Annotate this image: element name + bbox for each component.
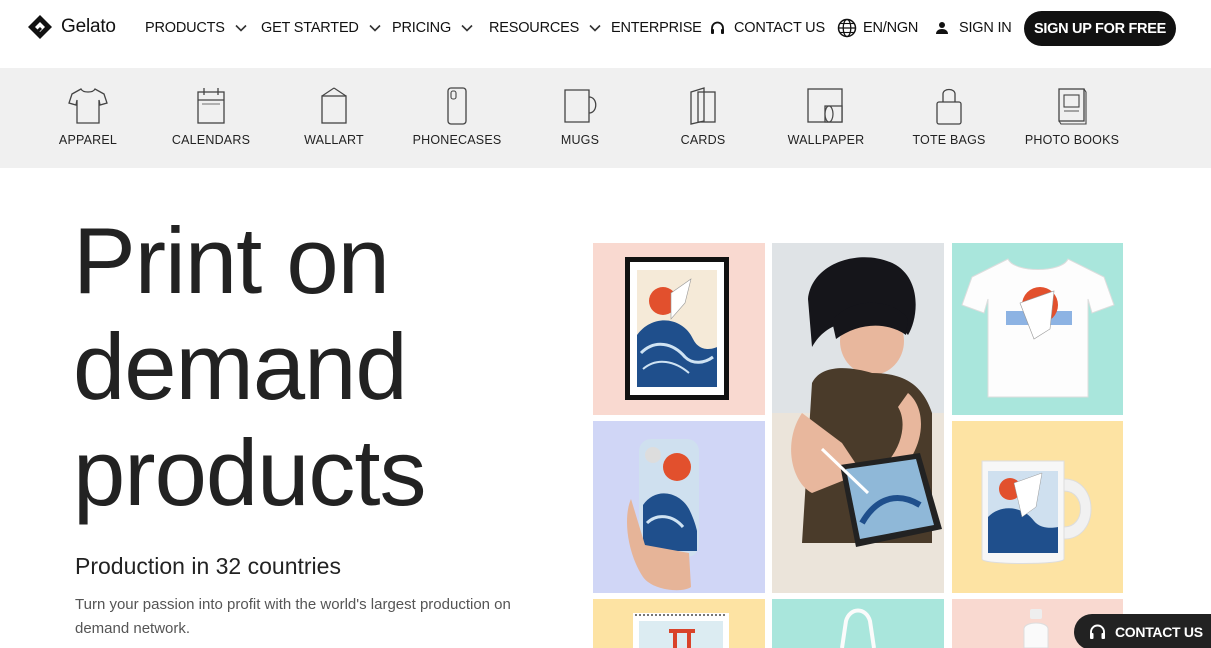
hero-title-line: products [73, 420, 427, 525]
chevron-down-icon [589, 24, 601, 32]
category-wallart[interactable]: WALLART [279, 68, 389, 168]
hero-subtitle: Production in 32 countries [75, 553, 341, 579]
floating-contact-label: CONTACT US [1115, 624, 1203, 640]
category-label: MUGS [560, 133, 600, 147]
tote-bag-product-image [772, 599, 944, 648]
category-wallpaper[interactable]: WALLPAPER [771, 68, 881, 168]
framed-print-image [593, 243, 765, 415]
brand-logo[interactable]: Gelato [27, 13, 116, 41]
nav-products[interactable]: PRODUCTS [145, 18, 248, 38]
category-tote-bags[interactable]: TOTE BAGS [894, 68, 1004, 168]
headset-icon [1090, 624, 1105, 639]
category-mugs[interactable]: MUGS [525, 68, 635, 168]
headset-icon [711, 21, 724, 34]
nav-pricing-label: PRICING [392, 20, 452, 36]
sign-in-label: SIGN IN [959, 20, 1012, 36]
nav-contact-us-label: CONTACT US [734, 20, 825, 36]
category-label: CARDS [680, 133, 726, 147]
floating-contact-button[interactable]: CONTACT US [1074, 614, 1211, 648]
category-label: APPAREL [58, 133, 118, 147]
sign-up-button[interactable]: SIGN UP FOR FREE [1024, 11, 1176, 46]
category-label: PHONECASES [412, 133, 502, 147]
gelato-logo-icon [28, 15, 52, 39]
hero-description: Turn your passion into profit with the w… [75, 596, 511, 637]
locale-selector[interactable]: EN/NGN [837, 18, 918, 38]
nav-get-started-label: GET STARTED [261, 20, 359, 36]
nav-enterprise-label: ENTERPRISE [611, 20, 702, 36]
brand-name: Gelato [61, 16, 116, 37]
top-navigation: Gelato PRODUCTS GET STARTED PRICING RESO… [0, 0, 1211, 68]
chevron-down-icon [461, 24, 473, 32]
nav-get-started[interactable]: GET STARTED [261, 18, 382, 38]
category-phonecases[interactable]: PHONECASES [402, 68, 512, 168]
category-label: WALLART [304, 133, 364, 147]
chevron-down-icon [235, 24, 247, 32]
wallpaper-icon [807, 88, 843, 123]
hero-title-line: Print on [73, 208, 390, 313]
nav-resources[interactable]: RESOURCES [489, 18, 602, 38]
nav-enterprise[interactable]: ENTERPRISE [611, 18, 702, 38]
nav-products-label: PRODUCTS [145, 20, 225, 36]
nav-pricing[interactable]: PRICING [392, 18, 474, 38]
mug-product-image [952, 421, 1123, 593]
user-icon [936, 22, 948, 34]
nav-sign-in[interactable]: SIGN IN [935, 18, 1012, 38]
category-label: PHOTO BOOKS [1024, 133, 1120, 147]
category-calendars[interactable]: CALENDARS [156, 68, 266, 168]
tshirt-product-image [952, 243, 1123, 415]
globe-icon [837, 18, 857, 38]
category-cards[interactable]: CARDS [648, 68, 758, 168]
category-label: TOTE BAGS [912, 133, 986, 147]
chevron-down-icon [369, 24, 381, 32]
phone-case-icon [447, 87, 467, 125]
nav-resources-label: RESOURCES [489, 20, 580, 36]
phone-case-product-image [593, 421, 765, 593]
cards-icon [690, 87, 716, 125]
calendar-product-image [593, 599, 765, 648]
product-category-bar: APPAREL CALENDARS WALLART PHONECASES MUG… [0, 68, 1211, 168]
locale-label: EN/NGN [863, 20, 919, 36]
category-apparel[interactable]: APPAREL [33, 68, 143, 168]
calendar-icon [197, 88, 225, 124]
category-photo-books[interactable]: PHOTO BOOKS [1017, 68, 1127, 168]
tshirt-icon [68, 88, 108, 124]
tote-bag-icon [936, 88, 962, 125]
wallart-icon [321, 87, 347, 124]
hero-title-line: demand [73, 314, 408, 419]
hero-title: Print on demand products [73, 208, 427, 526]
category-label: WALLPAPER [787, 133, 865, 147]
nav-contact-us[interactable]: CONTACT US [709, 18, 825, 38]
artist-drawing-photo [772, 243, 944, 593]
photo-book-icon [1058, 88, 1087, 125]
mug-icon [564, 89, 597, 123]
category-label: CALENDARS [171, 133, 251, 147]
